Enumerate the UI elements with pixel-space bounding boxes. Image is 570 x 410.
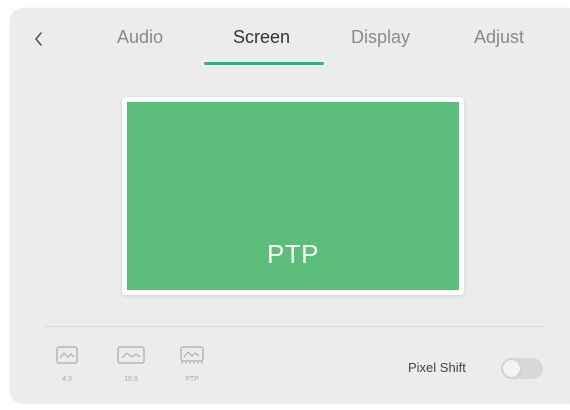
aspect-ptp-button[interactable]: PTP: [172, 346, 212, 394]
divider: [44, 326, 546, 327]
pixel-shift-label: Pixel Shift: [408, 360, 466, 375]
toggle-knob: [503, 360, 520, 377]
screen-settings-panel: Audio Screen Display Adjust PTP 4:3 16:9: [10, 8, 570, 404]
pixel-shift-toggle[interactable]: [501, 358, 543, 379]
landscape-image-icon: [180, 346, 204, 364]
tab-screen[interactable]: Screen: [233, 27, 290, 48]
aspect-4-3-button[interactable]: 4:3: [47, 346, 87, 394]
active-tab-indicator: [204, 62, 324, 65]
aspect-4-3-label: 4:3: [62, 376, 72, 383]
aspect-ptp-label: PTP: [185, 376, 199, 383]
aspect-16-9-button[interactable]: 16:9: [111, 346, 151, 394]
chevron-left-icon: [35, 32, 42, 46]
tab-audio[interactable]: Audio: [117, 27, 163, 48]
aspect-16-9-label: 16:9: [124, 376, 138, 383]
landscape-image-icon: [117, 346, 145, 364]
landscape-image-icon: [56, 346, 78, 364]
back-button[interactable]: [28, 28, 50, 50]
preview-mode-label: PTP: [266, 239, 320, 269]
tab-display[interactable]: Display: [351, 27, 410, 48]
screen-preview: PTP: [127, 102, 459, 290]
tab-adjust[interactable]: Adjust: [474, 27, 524, 48]
